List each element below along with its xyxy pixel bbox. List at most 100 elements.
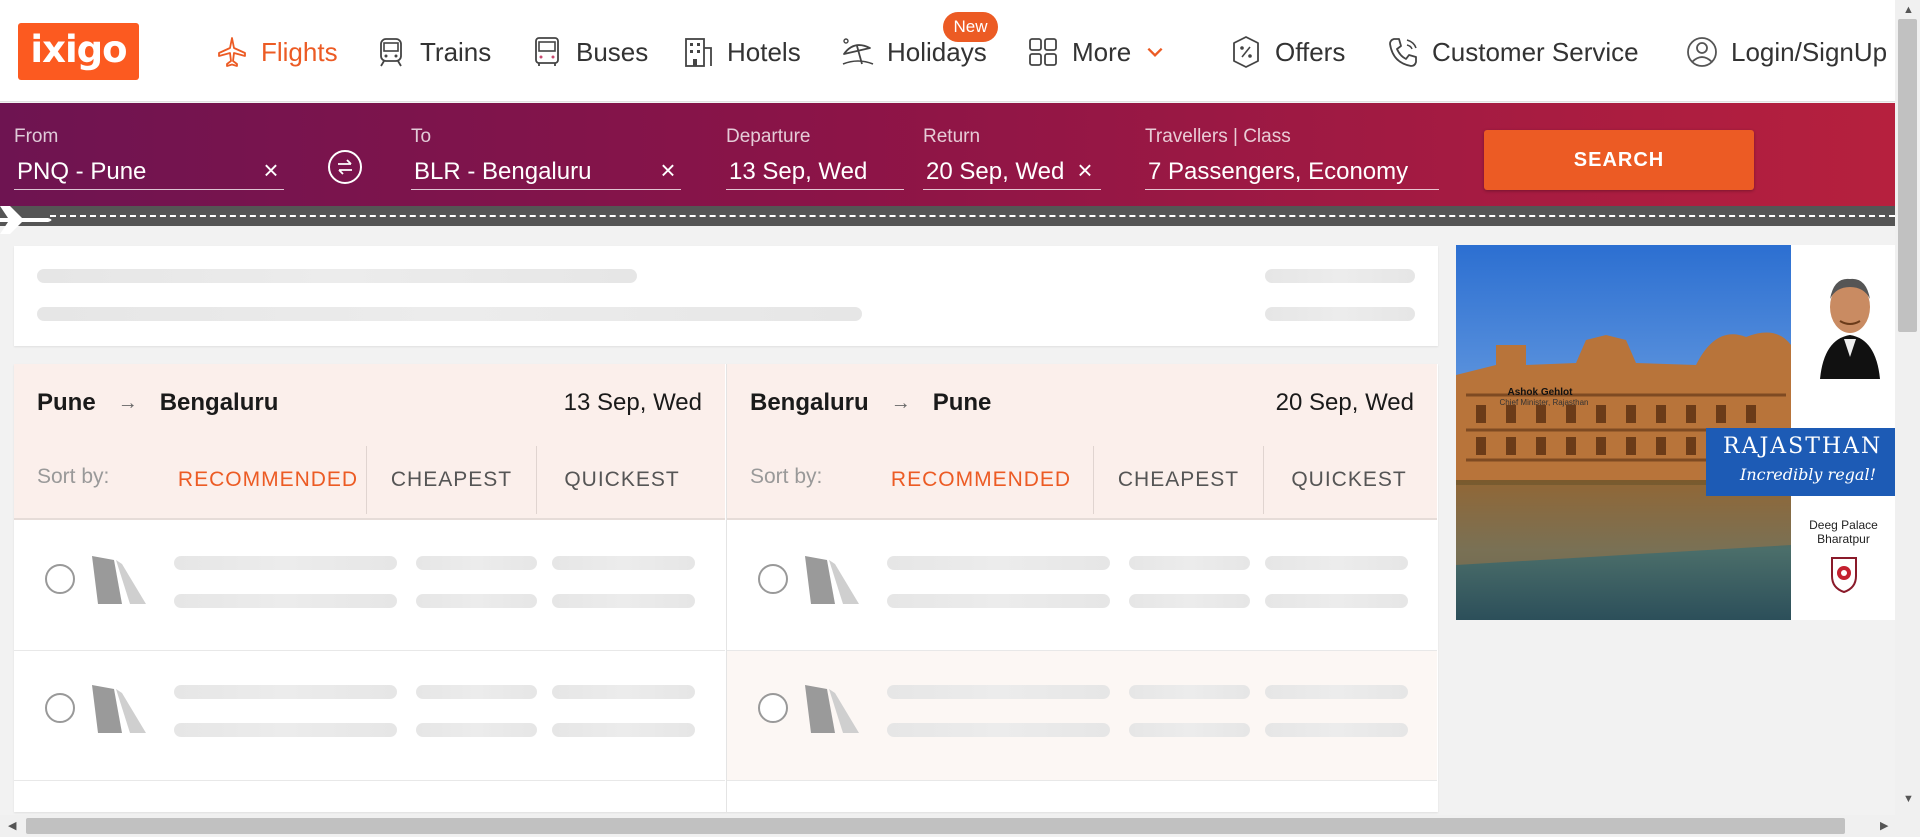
beach-umbrella-icon	[842, 38, 874, 65]
flight-row-skeleton[interactable]	[727, 521, 1437, 651]
sort-recommended-tab[interactable]: RECOMMENDED	[869, 446, 1093, 514]
ad-person-title: Chief Minister, Rajasthan	[1499, 398, 1589, 407]
clear-return-icon[interactable]: ×	[1072, 157, 1098, 183]
to-input[interactable]: BLR - Bengaluru	[411, 156, 681, 190]
nav-buses[interactable]: Buses	[529, 30, 648, 74]
skeleton-line	[1265, 269, 1415, 283]
offer-tag-icon	[1233, 36, 1259, 68]
skeleton-line	[416, 685, 537, 699]
clear-from-icon[interactable]: ×	[258, 157, 284, 183]
select-flight-radio[interactable]	[758, 693, 788, 723]
outbound-results-column: Pune → Bengaluru 13 Sep, Wed Sort by: RE…	[14, 364, 725, 812]
runway-dashes	[50, 215, 1895, 217]
results-panel: Pune → Bengaluru 13 Sep, Wed Sort by: RE…	[14, 364, 1438, 812]
select-flight-radio[interactable]	[758, 564, 788, 594]
horizontal-scrollbar-thumb[interactable]	[26, 818, 1845, 834]
skeleton-line	[887, 723, 1110, 737]
nav-trains[interactable]: Trains	[373, 30, 491, 74]
grid-icon	[1029, 38, 1057, 66]
skeleton-line	[552, 723, 695, 737]
sort-by-label: Sort by:	[37, 465, 110, 488]
clear-to-icon[interactable]: ×	[655, 157, 681, 183]
skeleton-line	[1129, 685, 1250, 699]
skeleton-line	[416, 556, 537, 570]
nav-customer-service-label: Customer Service	[1432, 36, 1639, 67]
scroll-up-arrow-icon[interactable]: ▲	[1903, 4, 1914, 16]
sort-recommended-tab[interactable]: RECOMMENDED	[156, 446, 380, 514]
phone-icon	[1389, 38, 1417, 67]
flight-row-skeleton[interactable]	[14, 651, 725, 781]
outbound-origin: Pune	[37, 389, 96, 416]
nav-offers-label: Offers	[1275, 36, 1346, 67]
travellers-label: Travellers | Class	[1145, 126, 1291, 147]
skeleton-line	[37, 269, 637, 283]
swap-cities-button[interactable]	[328, 150, 362, 184]
airplane-icon	[218, 37, 246, 67]
search-button[interactable]: SEARCH	[1484, 130, 1754, 190]
nav-flights-label: Flights	[261, 36, 338, 67]
nav-offers[interactable]: Offers	[1228, 30, 1345, 74]
return-destination: Pune	[932, 389, 992, 416]
to-field[interactable]: To BLR - Bengaluru ×	[411, 103, 681, 193]
sort-cheapest-tab[interactable]: CHEAPEST	[1094, 446, 1263, 514]
select-flight-radio[interactable]	[45, 564, 75, 594]
airline-tail-icon	[92, 685, 146, 733]
skeleton-line	[887, 594, 1110, 608]
skeleton-line	[552, 556, 695, 570]
flight-row-skeleton[interactable]	[14, 521, 725, 651]
skeleton-line	[174, 594, 397, 608]
train-icon	[380, 38, 402, 67]
travellers-field[interactable]: Travellers | Class 7 Passengers, Economy	[1145, 103, 1439, 193]
scroll-right-arrow-icon[interactable]: ▶	[1880, 819, 1888, 832]
outbound-date: 13 Sep, Wed	[563, 389, 702, 416]
chevron-down-icon	[1147, 47, 1163, 57]
return-date: 20 Sep, Wed	[1275, 389, 1414, 416]
departure-input[interactable]: 13 Sep, Wed	[726, 156, 904, 190]
outbound-route: Pune → Bengaluru	[37, 389, 278, 417]
scroll-down-arrow-icon[interactable]: ▼	[1903, 793, 1914, 805]
select-flight-radio[interactable]	[45, 693, 75, 723]
return-route: Bengaluru → Pune	[750, 389, 991, 417]
nav-trains-label: Trains	[420, 36, 492, 67]
sort-cheapest-tab[interactable]: CHEAPEST	[367, 446, 536, 514]
nav-login-signup[interactable]: Login/SignUp	[1684, 30, 1887, 74]
user-icon	[1687, 37, 1717, 67]
return-origin: Bengaluru	[750, 389, 869, 416]
sort-by-label: Sort by:	[750, 465, 823, 488]
ixigo-logo[interactable]: ixigo	[18, 23, 139, 80]
skeleton-line	[1265, 723, 1408, 737]
skeleton-line	[1265, 307, 1415, 321]
from-input[interactable]: PNQ - Pune	[14, 156, 284, 190]
chief-minister-portrait	[1814, 259, 1886, 379]
nav-customer-service[interactable]: Customer Service	[1385, 30, 1639, 74]
nav-more[interactable]: More	[1025, 30, 1167, 74]
airline-tail-icon	[92, 556, 146, 604]
nav-flights[interactable]: Flights	[214, 30, 338, 74]
rajasthan-emblem-icon	[1831, 557, 1857, 594]
from-label: From	[14, 126, 59, 147]
departure-field[interactable]: Departure 13 Sep, Wed	[726, 103, 904, 193]
from-field[interactable]: From PNQ - Pune ×	[14, 103, 284, 193]
skeleton-line	[552, 594, 695, 608]
hotel-icon	[685, 38, 712, 67]
skeleton-line	[416, 594, 537, 608]
nav-more-label: More	[1072, 36, 1132, 67]
travellers-input[interactable]: 7 Passengers, Economy	[1145, 156, 1439, 190]
sort-quickest-tab[interactable]: QUICKEST	[537, 446, 707, 514]
return-label: Return	[923, 126, 981, 147]
outbound-header: Pune → Bengaluru 13 Sep, Wed Sort by: RE…	[14, 364, 725, 520]
swap-arrows-icon	[338, 159, 352, 175]
airline-tail-icon	[805, 556, 859, 604]
skeleton-line	[174, 685, 397, 699]
sort-quickest-tab[interactable]: QUICKEST	[1264, 446, 1434, 514]
scroll-left-arrow-icon[interactable]: ◀	[8, 819, 16, 832]
airline-tail-icon	[805, 685, 859, 733]
return-field[interactable]: Return 20 Sep, Wed ×	[923, 103, 1101, 193]
nav-hotels[interactable]: Hotels	[680, 30, 801, 74]
skeleton-line	[1129, 594, 1250, 608]
top-nav-bar: ixigo Flights Trains Buses Hotels Holida…	[0, 0, 1895, 102]
skeleton-line	[416, 723, 537, 737]
vertical-scrollbar-thumb[interactable]	[1898, 19, 1917, 332]
flight-row-skeleton[interactable]	[727, 651, 1437, 781]
ad-title: RAJASTHAN	[1723, 434, 1883, 459]
